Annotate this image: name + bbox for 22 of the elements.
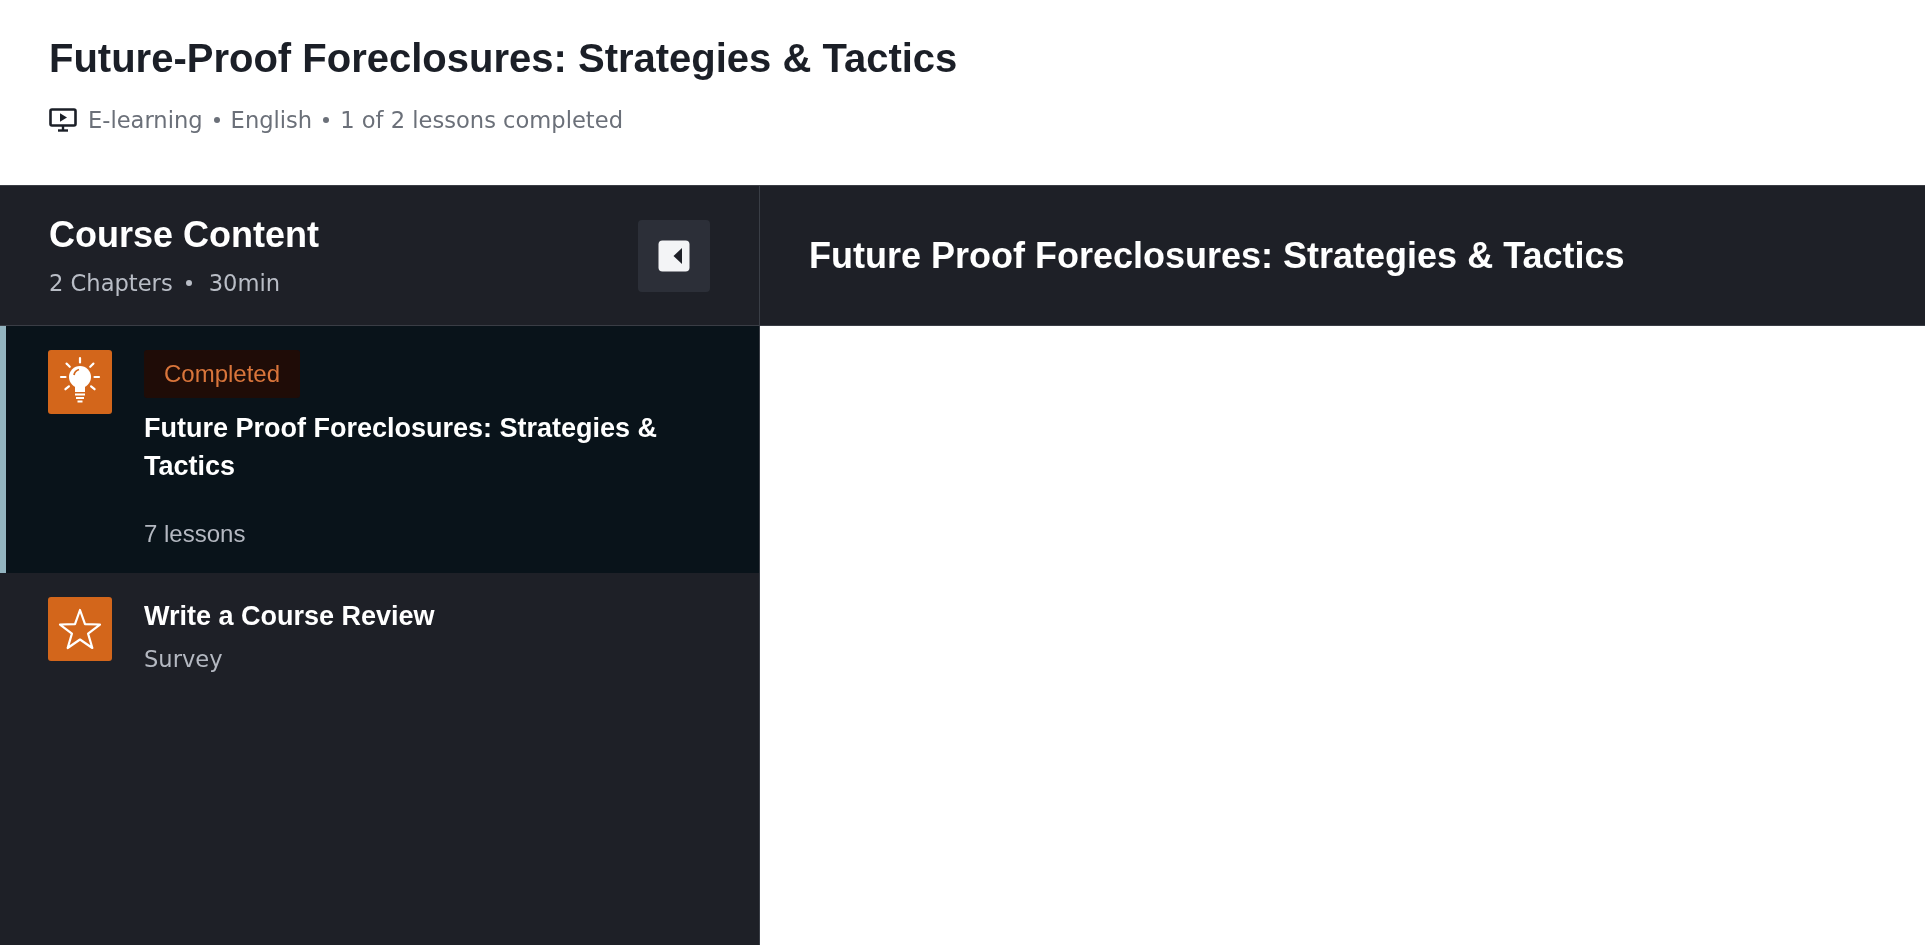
item-title: Future Proof Foreclosures: Strategies & Tactics	[144, 412, 659, 483]
dot-separator-icon	[213, 117, 220, 123]
collapse-sidebar-button[interactable]	[638, 219, 710, 292]
dot-separator-icon	[323, 117, 330, 123]
course-stat-text: 30min	[208, 269, 281, 298]
course-meta-text: 1 of 2 lessons completed	[340, 106, 623, 135]
lightbulb-icon	[48, 350, 112, 414]
dot-separator-icon	[185, 280, 192, 286]
content-title: Future Proof Foreclosures: Strategies & Tactics	[809, 233, 1625, 278]
item-subtitle: 7 lessons	[144, 519, 246, 549]
collapse-panel-icon	[658, 239, 690, 272]
item-title: Write a Course Review	[144, 600, 435, 633]
course-meta-text: English	[230, 106, 313, 135]
sidebar-title: Course Content	[49, 213, 319, 257]
monitor-play-icon	[49, 108, 77, 132]
item-subtitle: Survey	[144, 645, 223, 674]
survey-item[interactable]: Write a Course Review Survey	[0, 573, 759, 698]
course-meta-text: E-learning	[88, 106, 203, 135]
chapter-item[interactable]: Completed Future Proof Foreclosures: Strategies & Tactics 7 lessons	[0, 326, 759, 573]
course-title: Future-Proof Foreclosures: Strategies & Tactics	[49, 35, 958, 81]
course-stat-text: 2 Chapters	[49, 269, 173, 298]
status-badge: Completed	[144, 350, 301, 398]
